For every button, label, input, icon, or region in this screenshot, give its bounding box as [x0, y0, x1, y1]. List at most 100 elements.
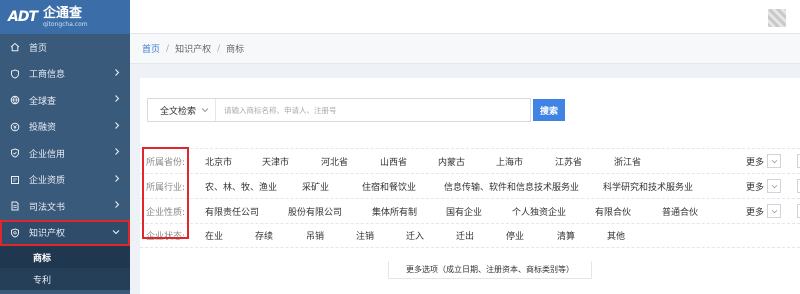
filter-option[interactable]: 在业 [205, 229, 223, 242]
globe-icon [9, 94, 21, 106]
filter-option[interactable]: 其他 [607, 229, 625, 242]
more-options-toggle[interactable]: 更多选项（成立日期、注册资本、商标类别等） [388, 261, 592, 279]
filter-option[interactable]: 住宿和餐饮业 [362, 180, 416, 193]
sidebar: ADT 企通查 qitongcha.com 首页 工商信息 全球查 投融资 企业… [0, 0, 130, 294]
chevron-down-icon [767, 154, 782, 168]
credit-icon [9, 147, 21, 159]
brand-title: 企通查 [43, 5, 83, 21]
breadcrumb-separator: / [217, 43, 221, 54]
sidebar-item-business-info[interactable]: 工商信息 [0, 61, 130, 88]
filter-option[interactable]: 天津市 [262, 155, 289, 168]
filter-option[interactable]: 集体所有制 [372, 205, 417, 218]
sidebar-nav: 首页 工商信息 全球查 投融资 企业信用 企业资质 司法文书 知识产权 商标 专… [0, 34, 130, 290]
filter-row-company-type: 企业性质: 有限责任公司 股份有限公司 集体所有制 国有企业 个人独资企业 有限… [140, 198, 800, 223]
filter-option[interactable]: 科学研究和技术服务业 [603, 180, 693, 193]
brand[interactable]: ADT 企通查 qitongcha.com [0, 0, 130, 34]
filter-option[interactable]: 河北省 [321, 155, 348, 168]
filter-option[interactable]: 内蒙古 [438, 155, 465, 168]
sidebar-item-label: 投融资 [29, 123, 57, 134]
sidebar-item-home[interactable]: 首页 [0, 34, 130, 61]
shield-icon [9, 68, 21, 80]
sidebar-item-label: 司法文书 [29, 202, 66, 213]
filter-option[interactable]: 浙江省 [614, 155, 641, 168]
breadcrumb-current: 商标 [226, 45, 245, 55]
search-type-select[interactable]: 全文检索 [148, 99, 216, 121]
filter-option[interactable]: 存续 [255, 229, 273, 242]
filter-label: 所属省份: [146, 157, 186, 168]
ip-icon [9, 227, 21, 239]
more-toggle[interactable]: 更多 [746, 204, 782, 218]
breadcrumb-separator: / [166, 43, 170, 54]
chevron-right-icon [114, 201, 120, 212]
chevron-right-icon [114, 148, 120, 159]
filter-option[interactable]: 北京市 [205, 155, 232, 168]
filter-option[interactable]: 信息传输、软件和信息技术服务业 [444, 180, 579, 193]
filter-option[interactable]: 迁入 [406, 229, 424, 242]
filter-option[interactable]: 有限责任公司 [205, 205, 259, 218]
avatar[interactable] [768, 9, 786, 27]
sidebar-subitem-patent[interactable]: 专利 [0, 268, 130, 290]
chevron-down-icon [767, 179, 782, 193]
breadcrumb: 首页 / 知识产权 / 商标 [130, 34, 800, 64]
sidebar-item-intellectual-property[interactable]: 知识产权 [0, 219, 130, 246]
home-icon [9, 41, 21, 53]
sidebar-subitem-label: 商标 [33, 253, 52, 264]
more-label: 更多 [746, 207, 765, 218]
search-row: 全文检索 搜索 [147, 98, 565, 122]
filter-row-province: 所属省份: 北京市 天津市 河北省 山西省 内蒙古 上海市 江苏省 浙江省 更多 [140, 148, 800, 173]
breadcrumb-home[interactable]: 首页 [142, 42, 160, 55]
filter-option[interactable]: 股份有限公司 [288, 205, 342, 218]
sidebar-item-label: 首页 [29, 43, 48, 54]
filter-option[interactable]: 注销 [356, 229, 374, 242]
sidebar-subitem-trademark[interactable]: 商标 [0, 246, 130, 268]
breadcrumb-level2: 知识产权 [175, 45, 212, 55]
sidebar-item-label: 企业资质 [29, 176, 66, 187]
filter-option[interactable]: 吊销 [306, 229, 324, 242]
filter-label: 企业状态: [146, 232, 186, 242]
top-header [130, 0, 800, 34]
filter-option[interactable]: 农、林、牧、渔业 [205, 180, 277, 193]
sidebar-item-credit[interactable]: 企业信用 [0, 140, 130, 167]
filter-label: 企业性质: [146, 207, 186, 218]
filter-table: 所属省份: 北京市 天津市 河北省 山西省 内蒙古 上海市 江苏省 浙江省 更多… [140, 148, 800, 248]
filter-option[interactable]: 有限合伙 [595, 205, 631, 218]
filter-row-company-status: 企业状态: 在业 存续 吊销 注销 迁入 迁出 停业 清算 其他 [140, 223, 800, 248]
search-box: 全文检索 [147, 98, 531, 122]
search-button[interactable]: 搜索 [533, 99, 565, 121]
brand-subtitle: qitongcha.com [43, 20, 88, 28]
filter-option[interactable]: 江苏省 [555, 155, 582, 168]
filter-row-industry: 所属行业: 农、林、牧、渔业 采矿业 住宿和餐饮业 信息传输、软件和信息技术服务… [140, 173, 800, 198]
search-type-label: 全文检索 [160, 106, 197, 117]
filter-label: 所属行业: [146, 182, 186, 193]
filter-option[interactable]: 停业 [506, 229, 524, 242]
chevron-down-icon [201, 106, 209, 116]
search-panel: 全文检索 搜索 所属省份: 北京市 天津市 河北省 山西省 内蒙古 上海市 江苏… [140, 78, 800, 294]
sidebar-item-label: 企业信用 [29, 149, 66, 160]
chevron-down-icon [112, 228, 120, 238]
logo: ADT [8, 9, 38, 25]
chevron-right-icon [114, 68, 120, 79]
filter-option[interactable]: 国有企业 [446, 205, 482, 218]
sidebar-item-investment[interactable]: 投融资 [0, 114, 130, 141]
search-input[interactable] [216, 99, 530, 121]
more-toggle[interactable]: 更多 [746, 154, 782, 168]
filter-option[interactable]: 普通合伙 [662, 205, 698, 218]
more-label: 更多 [746, 182, 765, 193]
filter-option[interactable]: 个人独资企业 [512, 205, 566, 218]
sidebar-item-global-search[interactable]: 全球查 [0, 87, 130, 114]
chevron-right-icon [114, 95, 120, 106]
filter-option[interactable]: 采矿业 [302, 180, 329, 193]
document-icon [9, 200, 21, 212]
sidebar-item-label: 工商信息 [29, 70, 66, 81]
sidebar-item-qualification[interactable]: 企业资质 [0, 167, 130, 194]
more-toggle[interactable]: 更多 [746, 179, 782, 193]
filter-option[interactable]: 迁出 [456, 229, 474, 242]
chevron-down-icon [767, 204, 782, 218]
sidebar-item-judicial[interactable]: 司法文书 [0, 193, 130, 220]
filter-option[interactable]: 上海市 [496, 155, 523, 168]
chevron-right-icon [114, 121, 120, 132]
sidebar-item-label: 知识产权 [29, 229, 66, 240]
filter-option[interactable]: 清算 [557, 229, 575, 242]
chevron-right-icon [114, 174, 120, 185]
filter-option[interactable]: 山西省 [380, 155, 407, 168]
